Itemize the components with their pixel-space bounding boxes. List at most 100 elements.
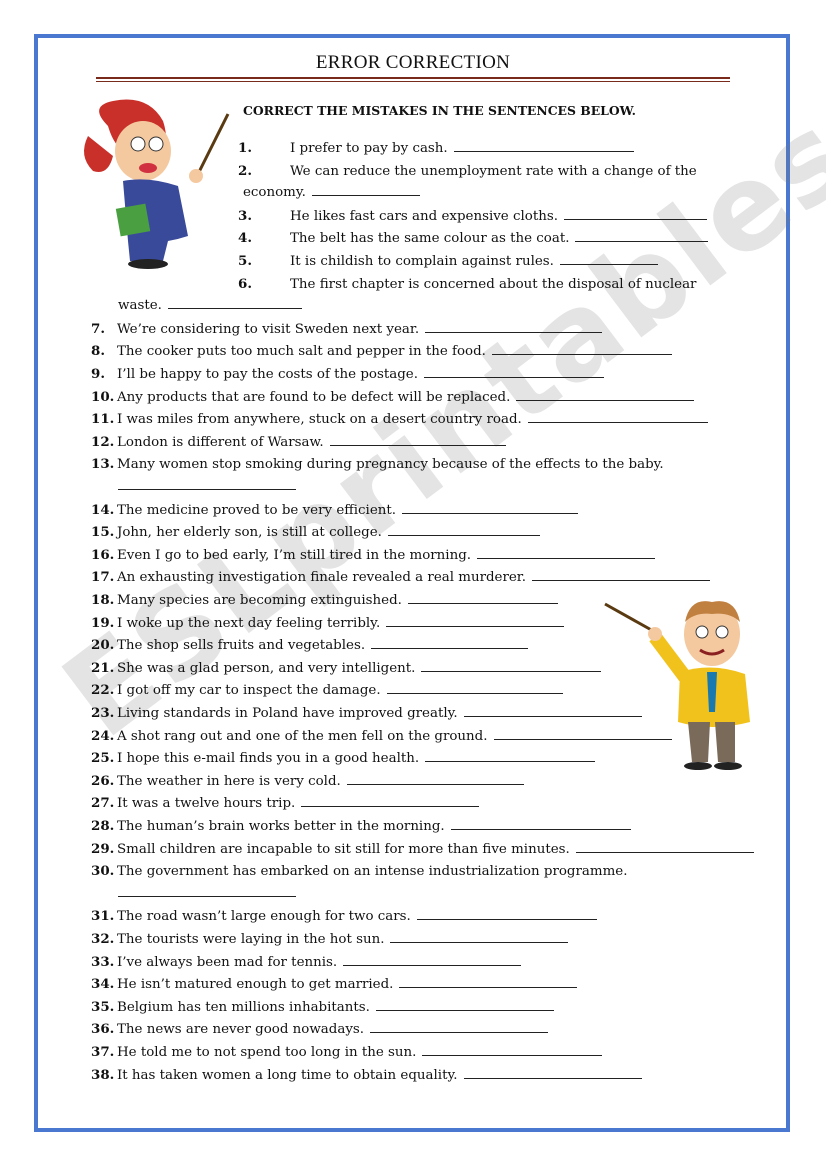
item-sentence: Small children are incapable to sit stil…	[117, 841, 570, 857]
answer-blank[interactable]	[390, 932, 569, 943]
exercise-item: 10. Any products that are found to be def…	[91, 389, 695, 405]
answer-blank[interactable]	[516, 390, 695, 401]
item-sentence: The first chapter is concerned about the…	[290, 276, 697, 292]
exercise-item: 13. Many women stop smoking during pregna…	[91, 456, 664, 472]
answer-blank[interactable]	[375, 1000, 554, 1011]
item-number: 18.	[91, 592, 115, 608]
item-sentence: I woke up the next day feeling terribly.	[117, 615, 381, 631]
exercise-item: 32. The tourists were laying in the hot s…	[91, 931, 569, 947]
answer-blank[interactable]	[532, 570, 710, 582]
exercise-item: 24. A shot rang out and one of the men fe…	[91, 728, 672, 744]
item-number: 2.	[238, 162, 252, 179]
answer-blank[interactable]	[493, 729, 672, 740]
item-number: 17.	[91, 569, 115, 586]
answer-blank[interactable]	[450, 819, 631, 830]
answer-blank[interactable]	[453, 141, 634, 152]
answer-blank[interactable]	[563, 209, 707, 220]
item-sentence: The government has embarked on an intens…	[117, 864, 628, 880]
exercise-item: 3. He likes fast cars and expensive cloth…	[238, 208, 707, 224]
exercise-item: 31. The road wasn’t large enough for two …	[91, 908, 597, 924]
item-sentence: London is different of Warsaw.	[117, 434, 324, 450]
item-sentence: The news are never good nowadays.	[117, 1022, 365, 1038]
exercise-item: 35. Belgium has ten millions inhabitants.	[91, 999, 554, 1015]
answer-blank[interactable]	[311, 185, 420, 197]
item-sentence: A shot rang out and one of the men fell …	[117, 728, 488, 744]
item-number: 30.	[91, 863, 115, 880]
answer-blank[interactable]	[416, 909, 597, 921]
item-sentence: Even I go to bed early, I’m still tired …	[117, 547, 472, 563]
item-sentence: The medicine proved to be very efficient…	[117, 502, 397, 518]
answer-blank[interactable]	[399, 977, 578, 989]
exercise-item: 19. I woke up the next day feeling terrib…	[91, 614, 565, 631]
answer-blank[interactable]	[463, 706, 642, 717]
answer-blank[interactable]	[402, 503, 579, 514]
exercise-item: 14. The medicine proved to be very effici…	[91, 502, 579, 518]
item-number: 19.	[91, 614, 115, 631]
item-sentence: The weather in here is very cold.	[117, 773, 341, 789]
exercise-item: 25. I hope this e-mail finds you in a goo…	[91, 750, 596, 767]
answer-blank[interactable]	[423, 367, 604, 378]
item-number: 31.	[91, 908, 115, 925]
answer-blank[interactable]	[491, 344, 672, 356]
teacher-woman-illustration	[84, 99, 230, 269]
answer-blank[interactable]	[425, 322, 603, 333]
exercise-item: 28. The human’s brain works better in the…	[91, 818, 631, 834]
item-number: 38.	[91, 1066, 115, 1083]
exercise-item: 4. The belt has the same colour as the co…	[238, 230, 709, 246]
exercise-item: 5. It is childish to complain against rul…	[238, 253, 658, 269]
answer-blank[interactable]	[575, 842, 754, 853]
exercise-item: 33. I’ve always been mad for tennis.	[91, 954, 522, 970]
item-number: 16.	[91, 546, 115, 563]
exercise-item: 11. I was miles from anywhere, stuck on a…	[91, 411, 708, 427]
exercise-item: 12. London is different of Warsaw.	[91, 434, 506, 450]
answer-blank[interactable]	[386, 616, 565, 627]
item-sentence: I got off my car to inspect the damage.	[117, 683, 381, 699]
item-sentence: I’ll be happy to pay the costs of the po…	[117, 367, 418, 382]
item-sentence: I hope this e-mail finds you in a good h…	[117, 751, 420, 767]
item-sentence-continued: waste.	[118, 298, 162, 314]
item-number: 20.	[91, 637, 115, 654]
exercise-item: 2. We can reduce the unemployment rate wi…	[238, 163, 697, 179]
item-number: 29.	[91, 840, 115, 857]
answer-blank[interactable]	[422, 1045, 603, 1056]
item-number: 24.	[91, 727, 115, 744]
exercise-item: 7. We’re considering to visit Sweden next…	[91, 321, 603, 337]
answer-blank[interactable]	[477, 548, 656, 559]
answer-blank[interactable]	[407, 593, 558, 604]
answer-blank[interactable]	[527, 412, 708, 424]
item-sentence: He isn’t matured enough to get married.	[117, 977, 394, 993]
answer-blank[interactable]	[118, 886, 296, 897]
item-sentence: Any products that are found to be defect…	[117, 389, 511, 405]
answer-blank[interactable]	[575, 231, 709, 243]
answer-blank[interactable]	[167, 298, 302, 310]
answer-blank[interactable]	[421, 661, 602, 672]
exercise-item: 9. I’ll be happy to pay the costs of the …	[91, 366, 604, 382]
exercise-item: 17. An exhausting investigation finale re…	[91, 569, 710, 585]
answer-blank[interactable]	[463, 1068, 642, 1079]
teacher-man-illustration	[604, 601, 750, 770]
exercise-item: 38. It has taken women a long time to obt…	[91, 1067, 642, 1083]
item-number: 12.	[91, 433, 115, 450]
exercise-item: 37. He told me to not spend too long in t…	[91, 1044, 603, 1060]
item-sentence: I’ve always been mad for tennis.	[117, 954, 338, 970]
answer-blank[interactable]	[425, 751, 596, 763]
answer-blank[interactable]	[370, 1022, 549, 1034]
exercise-item: 21. She was a glad person, and very intel…	[91, 660, 602, 676]
answer-blank[interactable]	[559, 254, 658, 265]
answer-blank[interactable]	[329, 435, 506, 446]
item-number: 25.	[91, 750, 115, 767]
item-number: 28.	[91, 818, 115, 834]
answer-blank[interactable]	[346, 774, 524, 785]
answer-blank[interactable]	[386, 683, 563, 695]
answer-blank[interactable]	[371, 638, 529, 650]
exercise-item: 6. The first chapter is concerned about t…	[238, 276, 696, 292]
answer-blank[interactable]	[301, 796, 480, 808]
item-sentence: He told me to not spend too long in the …	[117, 1045, 417, 1060]
answer-blank[interactable]	[387, 525, 540, 537]
answer-blank[interactable]	[118, 479, 296, 490]
exercise-item-continued	[118, 479, 296, 494]
answer-blank[interactable]	[343, 955, 522, 966]
item-sentence: The shop sells fruits and vegetables.	[117, 638, 366, 654]
exercise-item: 1. I prefer to pay by cash.	[238, 140, 634, 156]
exercise-item: 15. John, her elderly son, is still at co…	[91, 524, 540, 540]
